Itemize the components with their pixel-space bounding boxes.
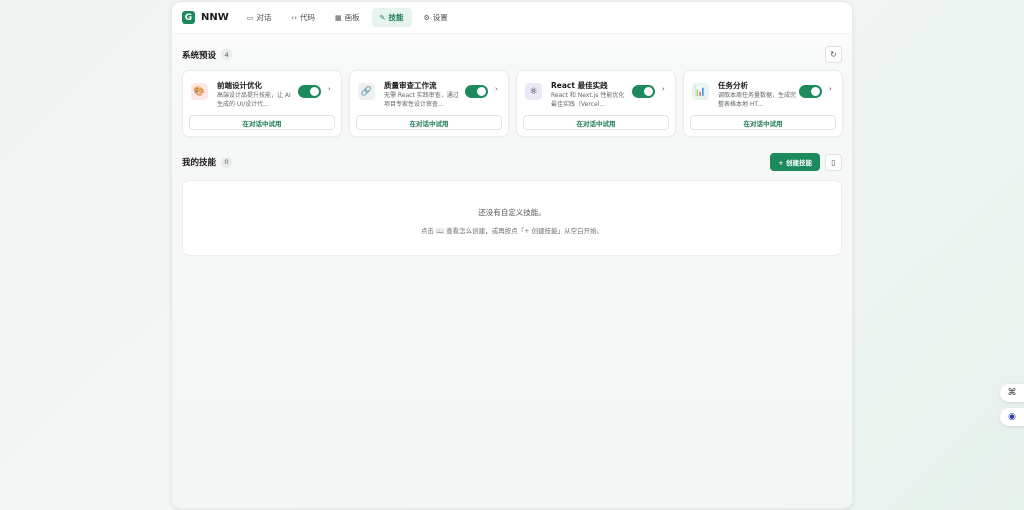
tab-label: 代码 <box>300 13 316 22</box>
system-presets-cards: 🎨 前端设计优化高端设计品提升技能，让 AI 生成的 UI/设计代... › 在对话中… <box>182 70 843 137</box>
app-logo[interactable]: G <box>182 11 195 24</box>
tab-2[interactable]: ▦ 画板 <box>327 8 368 27</box>
skill-card: 🎨 前端设计优化高端设计品提升技能，让 AI 生成的 UI/设计代... › 在对话中… <box>182 70 342 137</box>
tab-0[interactable]: ▭ 对话 <box>239 8 280 27</box>
skill-enable-toggle[interactable] <box>632 85 655 98</box>
skill-icon: ✎ <box>379 13 386 22</box>
more-icon[interactable]: › <box>328 85 331 93</box>
tab-4[interactable]: ⚙ 设置 <box>416 8 456 27</box>
skill-enable-toggle[interactable] <box>799 85 822 98</box>
assistant-icon[interactable]: ◉ <box>1000 408 1024 426</box>
tab-1[interactable]: ‹› 代码 <box>283 8 323 27</box>
tab-label: 画板 <box>344 13 360 22</box>
skill-card-desc: 高端设计品提升技能，让 AI 生成的 UI/设计代... <box>217 92 291 108</box>
tab-3[interactable]: ✎ 技能 <box>371 8 412 27</box>
skill-card: 🔗 质量审查工作流无需 React 实践审查，通过项目专家性设计审查... › 在对话… <box>349 70 509 137</box>
system-presets-count: 4 <box>221 49 233 60</box>
empty-state: 还没有自定义技能。 点击 📖 查看怎么创建，或再按点「+ 创建技能」从空白开始。 <box>182 180 842 256</box>
more-icon[interactable]: › <box>662 85 665 93</box>
system-presets-title: 系统预设 <box>182 50 217 61</box>
create-skill-button[interactable]: + 创建技能 <box>770 153 820 171</box>
my-skills-count: 0 <box>221 156 233 168</box>
skill-card-desc: 调取本周任务量数据，生成完整表格本地 HT... <box>718 92 797 108</box>
try-in-chat-button[interactable]: 在对话中试用 <box>356 115 502 130</box>
skill-card: ⚛ React 最佳实践 React 和 Next.js 性能优化最佳实践（Verc… <box>516 70 676 137</box>
react-icon: ⚛ <box>525 83 542 100</box>
app-name: NNW <box>201 12 229 23</box>
link-icon: 🔗 <box>358 83 375 100</box>
more-icon[interactable]: › <box>495 85 498 93</box>
skill-card-title: React 最佳实践 <box>551 81 608 90</box>
skill-card-title: 质量审查工作流 <box>384 81 437 90</box>
board-icon: ▦ <box>335 13 342 22</box>
shortcut-icon[interactable]: ⌘ <box>1000 384 1024 402</box>
skill-card: 📊 任务分析调取本周任务量数据，生成完整表格本地 HT... › 在对话中试用 <box>683 70 843 137</box>
palette-icon: 🎨 <box>191 83 208 100</box>
skill-card-title: 任务分析 <box>718 81 748 90</box>
skill-enable-toggle[interactable] <box>465 85 488 98</box>
skill-card-desc: React 和 Next.js 性能优化最佳实践（Vercel... <box>551 92 625 108</box>
system-presets-header: 系统预设 4 ↻ <box>182 46 842 63</box>
chart-icon: 📊 <box>692 83 709 100</box>
empty-title: 还没有自定义技能。 <box>478 208 546 217</box>
tab-label: 技能 <box>388 13 404 22</box>
try-in-chat-button[interactable]: 在对话中试用 <box>523 115 669 130</box>
settings-icon: ⚙ <box>423 13 430 22</box>
my-skills-title: 我的技能 <box>182 158 217 168</box>
chat-icon: ▭ <box>246 13 254 22</box>
refresh-icon[interactable]: ↻ <box>825 46 842 63</box>
app-window: G NNW ▭ 对话 ‹› 代码 ▦ 画板 ✎ 技能 ⚙ 设置 系统预设 4 ↻ 🎨 前端设计优化高… <box>171 1 853 509</box>
tab-label: 对话 <box>256 13 272 22</box>
main-nav: ▭ 对话 ‹› 代码 ▦ 画板 ✎ 技能 ⚙ 设置 <box>239 8 456 27</box>
skill-enable-toggle[interactable] <box>298 85 321 98</box>
more-icon[interactable]: › <box>829 85 832 93</box>
code-icon: ‹› <box>291 13 298 22</box>
empty-hint: 点击 📖 查看怎么创建，或再按点「+ 创建技能」从空白开始。 <box>420 227 604 235</box>
my-skills-header: 我的技能 0 + 创建技能 ▯ <box>182 153 842 171</box>
book-icon[interactable]: ▯ <box>825 153 842 171</box>
try-in-chat-button[interactable]: 在对话中试用 <box>189 115 335 130</box>
top-navbar: G NNW ▭ 对话 ‹› 代码 ▦ 画板 ✎ 技能 ⚙ 设置 <box>172 2 852 34</box>
try-in-chat-button[interactable]: 在对话中试用 <box>690 115 836 130</box>
tab-label: 设置 <box>432 13 448 22</box>
skill-card-desc: 无需 React 实践审查，通过项目专家性设计审查... <box>384 92 459 108</box>
skill-card-title: 前端设计优化 <box>217 81 262 90</box>
